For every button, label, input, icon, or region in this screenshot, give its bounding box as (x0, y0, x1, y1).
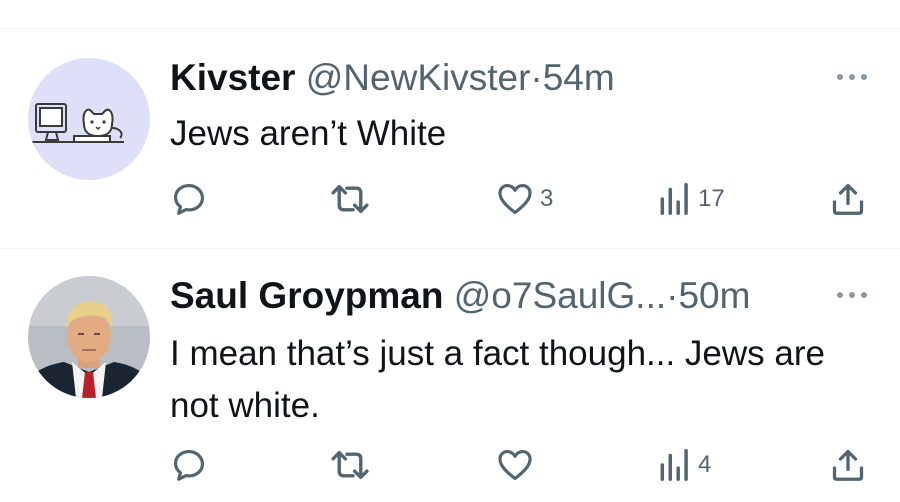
views-count: 17 (698, 185, 725, 212)
like-count: 3 (540, 185, 554, 212)
share-icon (832, 449, 864, 481)
retweet-icon (331, 451, 369, 479)
tweet-text: Jews aren’t White (170, 114, 447, 153)
top-divider (0, 28, 900, 29)
avatar[interactable] (28, 58, 150, 180)
retweet-icon (331, 185, 369, 213)
more-options-button[interactable] (832, 62, 872, 92)
portrait-photo-avatar-icon (28, 276, 150, 398)
views-chart-icon (660, 449, 688, 481)
display-name[interactable]: Saul Groypman (170, 275, 443, 316)
heart-icon (498, 449, 532, 481)
tweet-divider (0, 248, 900, 249)
heart-icon (498, 183, 532, 215)
display-name[interactable]: Kivster (170, 57, 295, 98)
more-dots-icon (837, 292, 867, 298)
tweet-header: Saul Groypman @o7SaulG...·50m (170, 274, 750, 318)
user-handle[interactable]: @o7SaulG... (454, 275, 666, 316)
reply-button[interactable] (170, 446, 214, 484)
like-button[interactable] (496, 446, 540, 484)
retweet-button[interactable] (330, 446, 376, 484)
timestamp[interactable]: 54m (543, 57, 615, 98)
user-handle[interactable]: @NewKivster (306, 57, 531, 98)
reply-icon (173, 183, 205, 215)
reply-button[interactable] (170, 180, 214, 218)
share-button[interactable] (830, 180, 866, 218)
tweet-text: I mean that’s just a fact though... Jews… (170, 334, 825, 425)
separator: · (666, 275, 679, 316)
separator: · (530, 57, 543, 98)
views-button[interactable]: 4 (658, 446, 711, 484)
retweet-button[interactable] (330, 180, 376, 218)
share-button[interactable] (830, 446, 866, 484)
share-icon (832, 183, 864, 215)
avatar[interactable] (28, 276, 150, 398)
cat-at-computer-avatar-icon (28, 58, 150, 180)
views-chart-icon (660, 183, 688, 215)
like-button[interactable]: 3 (496, 180, 553, 218)
views-count: 4 (698, 451, 712, 478)
reply-icon (173, 449, 205, 481)
timestamp[interactable]: 50m (678, 275, 750, 316)
more-dots-icon (837, 74, 867, 80)
views-button[interactable]: 17 (658, 180, 725, 218)
tweet-header: Kivster @NewKivster·54m (170, 56, 615, 100)
more-options-button[interactable] (832, 280, 872, 310)
